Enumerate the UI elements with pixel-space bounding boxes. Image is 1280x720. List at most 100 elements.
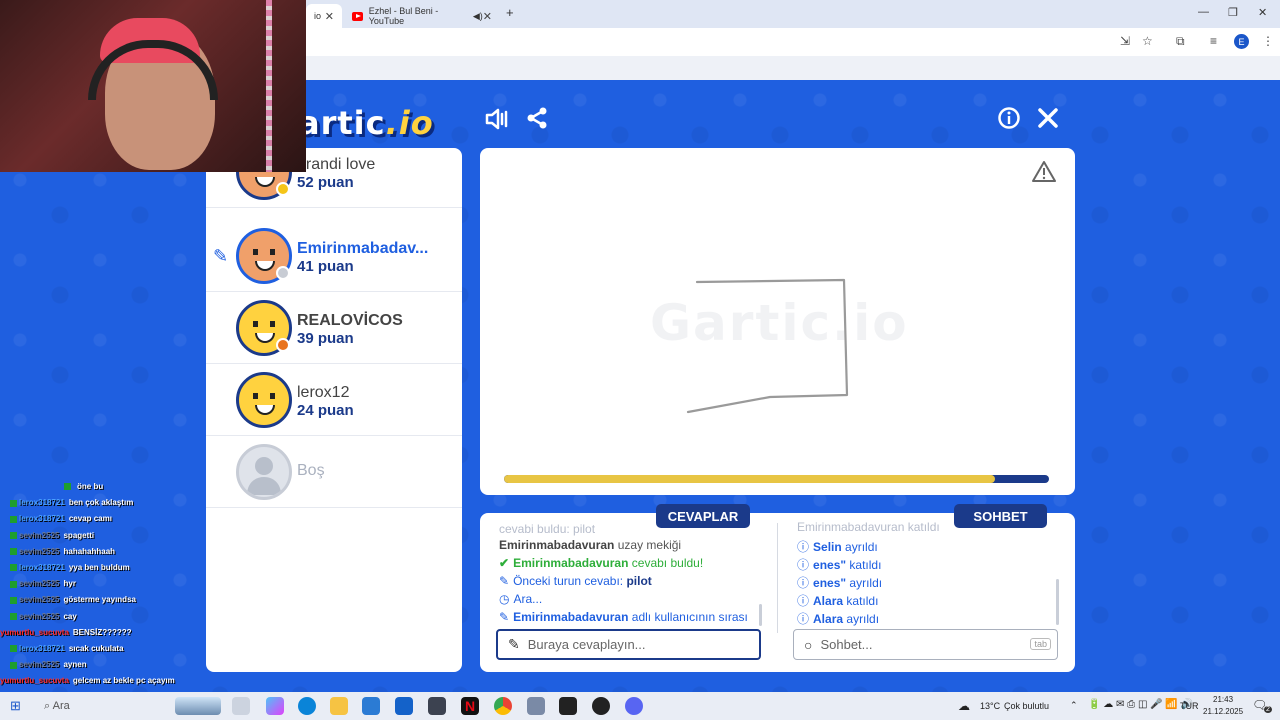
check-icon: ✔ [499, 556, 510, 570]
chat-message: aynen [63, 660, 87, 670]
tray-expand-icon[interactable]: ⌃ [1070, 700, 1078, 711]
report-warning-icon[interactable] [1032, 160, 1056, 182]
close-tab-icon[interactable]: ✕ [325, 10, 334, 23]
speaker-icon[interactable]: ◀) [473, 11, 483, 22]
close-icon[interactable] [1034, 106, 1062, 137]
tab-gartic[interactable]: io ✕ [306, 4, 342, 28]
chat-line: Emirinmabadavuran katıldı [797, 520, 940, 534]
chat-badge-icon [10, 661, 17, 669]
answer-line: cevabi buldu: pilot [499, 522, 596, 536]
windows-taskbar: ⊞ ⌕ Ara N ☁ 13°C Çok bulutlu ⌃ 🔋 ☁ ✉ ⎙ ◫… [0, 692, 1280, 720]
stream-chat-line: sevim2525 spagetti [10, 531, 94, 540]
player-name: brandi love [297, 156, 376, 173]
chat-message: gösterme yayındsa [63, 595, 136, 605]
menu-icon[interactable]: ⋮ [1262, 34, 1274, 48]
player-name: lerox12 [297, 384, 350, 401]
clock-time[interactable]: 21:43 [1213, 695, 1233, 704]
chat-scrollbar[interactable] [1056, 579, 1059, 625]
minimize-button[interactable]: — [1198, 6, 1209, 18]
player-name: Emirinmabadav... [297, 240, 429, 257]
settings-icon[interactable] [527, 697, 545, 715]
store-icon[interactable] [362, 697, 380, 715]
explorer-icon[interactable] [330, 697, 348, 715]
panel-divider [777, 523, 778, 633]
stream-chat-overlay: öne bu lerox318721 ben çok aklaştım lerox31… [0, 478, 205, 718]
widget-trees-icon[interactable] [175, 697, 221, 715]
chat-message: hahahahhaah [63, 546, 116, 556]
chat-username: sevim2525 [19, 546, 60, 556]
language-indicator[interactable]: TUR [1180, 701, 1199, 711]
player-score: 52 puan [297, 174, 354, 191]
epic-icon[interactable] [559, 697, 577, 715]
empty-slot: Boş [206, 436, 462, 508]
media-icon[interactable]: ≡ [1210, 34, 1217, 48]
pencil-icon: ✎ [499, 574, 510, 588]
stream-chat-line: sevim2525 gösterme yayındsa [10, 595, 136, 604]
empty-slot-label: Boş [297, 462, 325, 479]
maximize-button[interactable]: ❐ [1228, 6, 1238, 19]
tray-icons[interactable]: 🔋 ☁ ✉ ⎙ ◫ 🎤 📶 🔊 [1088, 699, 1193, 710]
discord-icon[interactable] [625, 697, 643, 715]
player-name: REALOVİCOS [297, 312, 403, 329]
info-icon[interactable] [995, 106, 1023, 137]
close-window-button[interactable]: ✕ [1258, 6, 1267, 19]
weather-text: Çok bulutlu [1004, 701, 1050, 711]
start-icon[interactable]: ⊞ [10, 698, 21, 714]
drawing-canvas[interactable]: Gartic.io [480, 148, 1075, 495]
stream-chat-line: lerox318721 sıcak cukulata [10, 644, 124, 653]
chat-line: ⓘ Alara katıldı [797, 594, 879, 608]
install-icon[interactable]: ⇲ [1120, 34, 1130, 48]
info-icon: ⓘ [797, 594, 810, 608]
answer-input[interactable]: ✎ Buraya cevaplayın... [496, 629, 761, 660]
tab-answers[interactable]: CEVAPLAR [656, 504, 750, 528]
stream-chat-line: sevim2525 aynen [10, 660, 87, 669]
chat-username: sevim2525 [19, 660, 60, 670]
pencil-icon: ✎ [508, 636, 520, 652]
round-timer-bar [504, 475, 1049, 483]
chat-message: ben çok aklaştım [68, 498, 134, 508]
stream-chat-line: yumurtlu_sucuvta gelcem az bekle pc açayı… [0, 676, 175, 685]
chat-line: ⓘ Alara ayrıldı [797, 612, 880, 626]
notification-count: 2 [1264, 706, 1272, 713]
answers-scrollbar[interactable] [759, 604, 762, 626]
drawing-strokes [686, 278, 849, 414]
tab-key-hint: tab [1030, 638, 1051, 650]
new-tab-button[interactable]: + [506, 5, 514, 20]
outlook-icon[interactable] [395, 697, 413, 715]
share-icon[interactable] [523, 106, 551, 137]
copilot-icon[interactable] [266, 697, 284, 715]
clock-date[interactable]: 21.12.2025 [1203, 707, 1243, 716]
tab-youtube[interactable]: Ezhel - Bul Beni - YouTube ◀) ✕ [344, 4, 500, 28]
close-tab-icon[interactable]: ✕ [483, 10, 492, 23]
info-icon: ⓘ [797, 576, 810, 590]
app-icon[interactable] [428, 697, 446, 715]
chat-username: sevim2525 [19, 530, 60, 540]
answer-placeholder: Buraya cevaplayın... [527, 637, 646, 652]
stream-chat-line: sevim2525 hahahahhaah [10, 547, 115, 556]
stream-chat-line: lerox318721 yya ben buldum [10, 563, 130, 572]
tab-label: Ezhel - Bul Beni - YouTube [368, 6, 439, 26]
netflix-icon[interactable]: N [461, 697, 479, 715]
chat-message: hyr [63, 579, 76, 589]
chat-badge-icon [10, 596, 17, 604]
chat-badge-icon [10, 612, 17, 620]
tab-chat[interactable]: SOHBET [954, 504, 1047, 528]
taskbar-search[interactable]: ⌕ Ara [44, 700, 70, 713]
chat-badge-icon [10, 531, 17, 539]
extensions-icon[interactable]: ⧉ [1176, 34, 1185, 49]
chat-badge-icon [10, 548, 17, 556]
edge-icon[interactable] [298, 697, 316, 715]
chat-input[interactable]: ○ Sohbet... tab [793, 629, 1058, 660]
player-score: 41 puan [297, 258, 354, 275]
chat-username: yumurtlu_sucuvta [0, 676, 69, 686]
sound-icon[interactable] [483, 106, 511, 139]
chat-username: yumurtlu_sucuvta [0, 627, 69, 637]
profile-avatar[interactable]: E [1234, 34, 1249, 49]
weather-icon[interactable]: ☁ [958, 699, 970, 713]
chrome-icon[interactable] [494, 697, 512, 715]
obs-icon[interactable] [592, 697, 610, 715]
taskview-icon[interactable] [232, 697, 250, 715]
star-icon[interactable]: ☆ [1142, 34, 1153, 48]
player-avatar [236, 372, 292, 428]
pencil-icon: ✎ [499, 610, 510, 624]
